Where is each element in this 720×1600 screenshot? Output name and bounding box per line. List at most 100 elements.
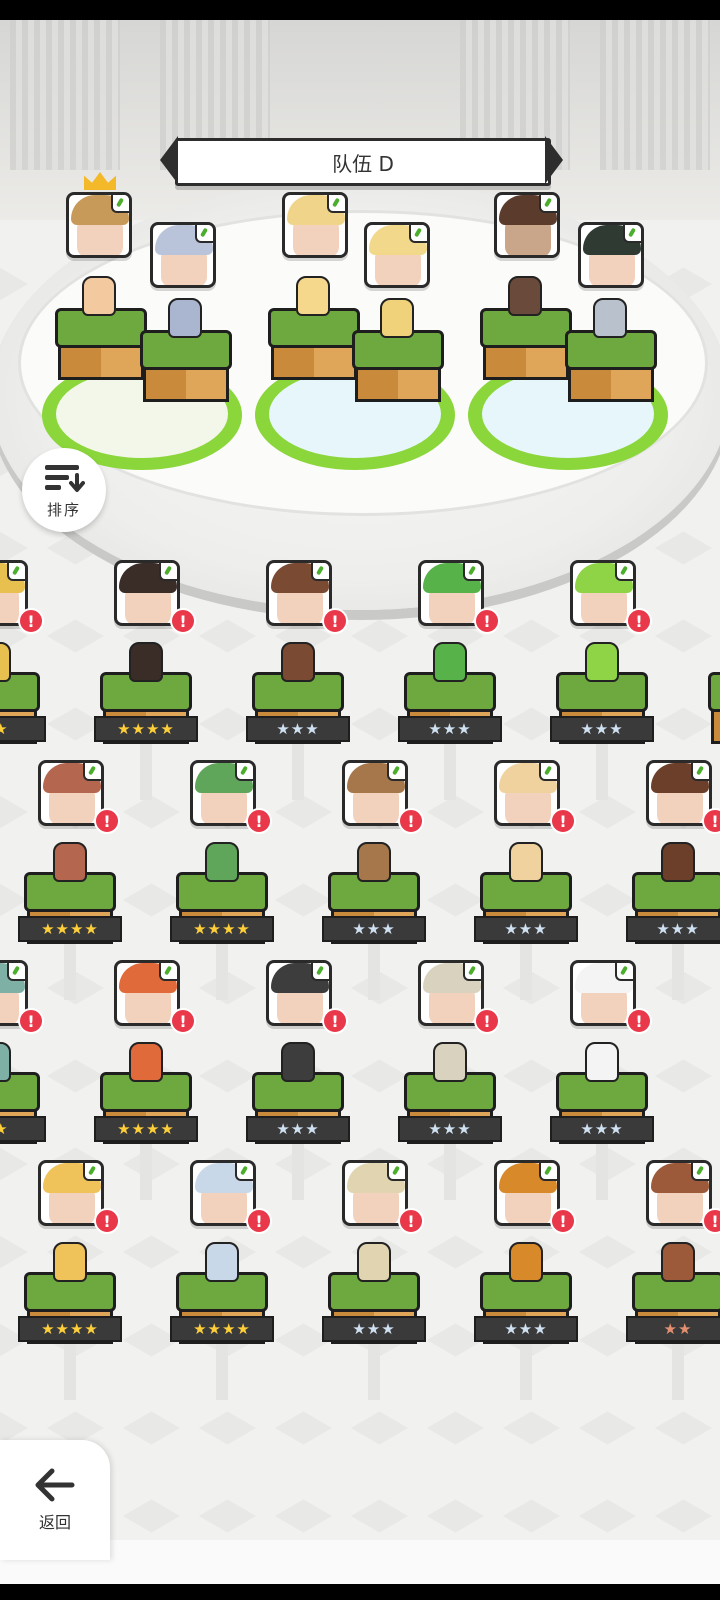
character-sprite xyxy=(433,642,467,682)
character-sprite xyxy=(357,1242,391,1282)
leaf-icon xyxy=(623,225,641,243)
character-block[interactable]: ★★★ xyxy=(550,1072,654,1146)
star-rating: ★★★ xyxy=(246,716,350,742)
team-sprite xyxy=(380,298,414,338)
leaf-icon xyxy=(691,1163,709,1181)
leaf-icon xyxy=(7,963,25,981)
team-member-block[interactable] xyxy=(352,330,444,404)
character-sprite xyxy=(661,842,695,882)
sort-icon xyxy=(45,464,85,492)
character-block[interactable]: ★★★★ xyxy=(170,872,274,946)
character-block[interactable]: ★★★ xyxy=(550,672,654,746)
leaf-icon xyxy=(311,563,329,581)
character-block[interactable]: ★★ xyxy=(0,1072,46,1146)
star-rating: ★★★★ xyxy=(94,716,198,742)
star-rating: ★★★ xyxy=(550,1116,654,1142)
character-sprite xyxy=(281,1042,315,1082)
character-block[interactable]: ★★★ xyxy=(398,1072,502,1146)
character-block[interactable]: ★★★ xyxy=(246,672,350,746)
warning-icon: ! xyxy=(702,1208,720,1234)
warning-icon: ! xyxy=(94,1208,120,1234)
character-block[interactable]: ★★ xyxy=(0,672,46,746)
character-block[interactable]: ★★★★ xyxy=(18,1272,122,1346)
star-rating: ★★★ xyxy=(398,1116,502,1142)
character-sprite xyxy=(281,642,315,682)
character-block[interactable]: ★★★ xyxy=(322,1272,426,1346)
warning-icon: ! xyxy=(18,608,44,634)
team-member-block[interactable] xyxy=(140,330,232,404)
back-button[interactable]: 返回 xyxy=(0,1440,110,1560)
character-block[interactable]: ★★ xyxy=(626,1272,720,1346)
block-stem xyxy=(216,1340,228,1400)
leaf-icon xyxy=(83,763,101,781)
star-rating: ★★★ xyxy=(322,916,426,942)
block-stem xyxy=(444,740,456,800)
leaf-icon xyxy=(615,963,633,981)
team-sprite xyxy=(593,298,627,338)
sort-button[interactable]: 排序 xyxy=(22,448,106,532)
leaf-icon xyxy=(691,763,709,781)
team-sprite xyxy=(82,276,116,316)
character-block[interactable]: ★★★★ xyxy=(170,1272,274,1346)
leaf-icon xyxy=(195,225,213,243)
star-rating: ★★★ xyxy=(550,716,654,742)
character-block[interactable]: ★★★ xyxy=(474,872,578,946)
warning-icon: ! xyxy=(322,1008,348,1034)
character-sprite xyxy=(433,1042,467,1082)
character-block[interactable] xyxy=(708,672,720,746)
warning-icon: ! xyxy=(170,608,196,634)
block-stem xyxy=(292,1140,304,1200)
block-stem xyxy=(520,1340,532,1400)
team-member-block[interactable] xyxy=(268,308,360,382)
character-sprite xyxy=(205,1242,239,1282)
character-block[interactable]: ★★★★ xyxy=(18,872,122,946)
chevron-right-icon[interactable] xyxy=(545,136,563,184)
team-sprite xyxy=(168,298,202,338)
star-rating: ★★★★ xyxy=(170,1316,274,1342)
leaf-icon xyxy=(387,763,405,781)
star-rating: ★★★ xyxy=(246,1116,350,1142)
leaf-icon xyxy=(463,963,481,981)
team-portrait[interactable] xyxy=(494,192,560,258)
character-block[interactable]: ★★★★ xyxy=(94,1072,198,1146)
character-block[interactable]: ★★★ xyxy=(398,672,502,746)
leaf-icon xyxy=(235,763,253,781)
block-stem xyxy=(140,1140,152,1200)
leaf-icon xyxy=(235,1163,253,1181)
character-block[interactable]: ★★★ xyxy=(322,872,426,946)
star-rating: ★★★★ xyxy=(18,1316,122,1342)
team-portrait[interactable] xyxy=(364,222,430,288)
leaf-icon xyxy=(409,225,427,243)
warning-icon: ! xyxy=(94,808,120,834)
team-member-block[interactable] xyxy=(565,330,657,404)
star-rating: ★★★ xyxy=(626,916,720,942)
character-block[interactable]: ★★★ xyxy=(474,1272,578,1346)
team-member-block[interactable] xyxy=(55,308,147,382)
block-stem xyxy=(368,1340,380,1400)
star-rating: ★★ xyxy=(0,1116,46,1142)
character-sprite xyxy=(53,842,87,882)
character-block[interactable]: ★★★★ xyxy=(94,672,198,746)
warning-icon: ! xyxy=(246,1208,272,1234)
team-portrait[interactable] xyxy=(150,222,216,288)
team-portrait[interactable] xyxy=(578,222,644,288)
warning-icon: ! xyxy=(170,1008,196,1034)
character-block[interactable]: ★★★ xyxy=(626,872,720,946)
team-portrait[interactable] xyxy=(282,192,348,258)
character-sprite xyxy=(585,642,619,682)
leaf-icon xyxy=(159,963,177,981)
block-stem xyxy=(64,940,76,1000)
star-rating: ★★ xyxy=(626,1316,720,1342)
character-sprite xyxy=(585,1042,619,1082)
game-scene: 队伍 D 排序 ★★!★★★★!★★★!★★★!★★★!!★★★★!★★★★!★… xyxy=(0,20,720,1584)
warning-icon: ! xyxy=(474,608,500,634)
team-member-block[interactable] xyxy=(480,308,572,382)
warning-icon: ! xyxy=(398,808,424,834)
character-block[interactable]: ★★★ xyxy=(246,1072,350,1146)
leaf-icon xyxy=(159,563,177,581)
leaf-icon xyxy=(463,563,481,581)
team-portrait[interactable] xyxy=(66,192,132,258)
leaf-icon xyxy=(539,1163,557,1181)
character-sprite xyxy=(509,842,543,882)
character-sprite xyxy=(53,1242,87,1282)
